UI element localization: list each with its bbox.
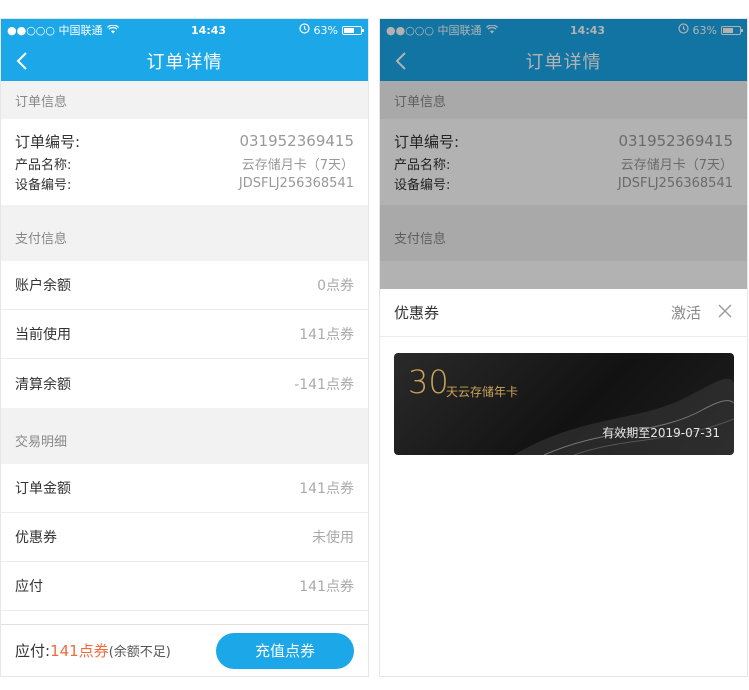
row-label: 清算余额 [15,376,71,393]
battery-icon [342,25,364,35]
coupon-validity: 有效期至2019-07-31 [602,426,720,440]
order-no-label: 订单编号: [394,132,460,151]
alarm-icon [677,23,689,37]
coupon-name: 天云存储年卡 [446,385,519,399]
product-value: 云存储月卡（7天） [620,157,733,173]
row-value: 未使用 [312,530,354,546]
payment-info-header: 支付信息 [380,205,747,261]
order-info-block: 订单编号: 031952369415 产品名称: 云存储月卡（7天） 设备编号:… [1,119,368,205]
device-row: 设备编号: JDSFLJ256368541 [394,173,733,193]
battery-fill [344,27,354,33]
activate-link[interactable]: 激活 [671,302,701,323]
row-value: 141点券 [299,481,354,497]
payment-row-balance: 账户余额 0点券 [1,261,368,310]
payable-label: 应付: [15,642,51,660]
row-value: 141点券 [299,327,354,343]
wifi-icon [106,24,119,37]
order-no-value: 031952369415 [239,132,354,150]
row-value: 141点券 [299,579,354,595]
coupon-days: 30 [408,363,449,401]
payment-row-settle: 清算余额 -141点券 [1,359,368,408]
order-info-header: 订单信息 [380,81,747,119]
status-bar: ●●○○○ 中国联通 14:43 63% [1,19,368,41]
status-time: 14:43 [191,23,227,37]
close-icon[interactable] [717,303,733,323]
row-label: 订单金额 [15,481,71,497]
nav-bar: 订单详情 [380,41,747,81]
coupon-sheet: 优惠券 激活 30 天云存储年卡 有效期至2019-07-31 [380,289,747,676]
device-value: JDSFLJ256368541 [238,175,354,191]
product-value: 云存储月卡（7天） [241,157,354,173]
order-info-header: 订单信息 [1,81,368,119]
nav-bar: 订单详情 [1,41,368,81]
row-label: 当前使用 [15,327,71,343]
bottom-bar: 应付:141点券(余额不足) 充值点券 [1,624,368,676]
payable-amount: 141点券 [50,642,109,660]
row-label: 优惠券 [15,530,57,546]
row-label: 账户余额 [15,278,71,294]
insufficient-note: (余额不足) [108,645,171,660]
order-no-row: 订单编号: 031952369415 [394,129,733,153]
coupon-sheet-title: 优惠券 [394,304,440,322]
device-row: 设备编号: JDSFLJ256368541 [15,173,354,193]
order-info-block: 订单编号: 031952369415 产品名称: 云存储月卡（7天） 设备编号:… [380,119,747,205]
order-no-row: 订单编号: 031952369415 [15,129,354,153]
transaction-row-coupon[interactable]: 优惠券 未使用 [1,513,368,562]
transaction-row-payable: 应付 141点券 [1,562,368,611]
carrier-label: ●●○○○ 中国联通 [386,24,482,37]
order-detail-screen: ●●○○○ 中国联通 14:43 63% 订单详情 订单信息 订单编号: 031… [0,18,369,677]
battery-fill [723,27,733,33]
product-row: 产品名称: 云存储月卡（7天） [394,153,733,173]
alarm-icon [298,23,310,37]
product-label: 产品名称: [394,157,451,173]
recharge-button[interactable]: 充值点券 [216,632,354,669]
status-time: 14:43 [570,23,606,37]
page-title: 订单详情 [146,52,223,73]
product-row: 产品名称: 云存储月卡（7天） [15,153,354,173]
order-no-value: 031952369415 [618,132,733,150]
status-bar: ●●○○○ 中国联通 14:43 63% [380,19,747,41]
battery-percent: 63% [313,23,338,37]
coupon-sheet-header: 优惠券 激活 [380,289,747,337]
device-label: 设备编号: [15,177,72,193]
coupon-card[interactable]: 30 天云存储年卡 有效期至2019-07-31 [394,353,734,455]
device-label: 设备编号: [394,177,451,193]
payment-row-current: 当前使用 141点券 [1,310,368,359]
coupon-sheet-screen: ●●○○○ 中国联通 14:43 63% 订单详情 订单信息 订单编号: 031… [379,18,748,677]
payment-info-header: 支付信息 [1,205,368,261]
transaction-header: 交易明细 [1,408,368,464]
page-title: 订单详情 [525,52,602,73]
device-value: JDSFLJ256368541 [617,175,733,191]
back-chevron-icon[interactable] [11,49,33,73]
product-label: 产品名称: [15,157,72,173]
row-value: -141点券 [294,376,354,393]
order-no-label: 订单编号: [15,132,81,151]
payable-summary: 应付:141点券(余额不足) [15,640,171,661]
carrier-label: ●●○○○ 中国联通 [7,24,103,37]
battery-icon [721,25,743,35]
transaction-row-amount: 订单金额 141点券 [1,464,368,513]
background-content: ●●○○○ 中国联通 14:43 63% 订单详情 订单信息 订单编号: 031… [380,19,747,289]
battery-percent: 63% [692,23,717,37]
row-value: 0点券 [317,278,354,294]
wifi-icon [485,24,498,37]
back-chevron-icon[interactable] [390,49,412,73]
row-label: 应付 [15,579,43,595]
